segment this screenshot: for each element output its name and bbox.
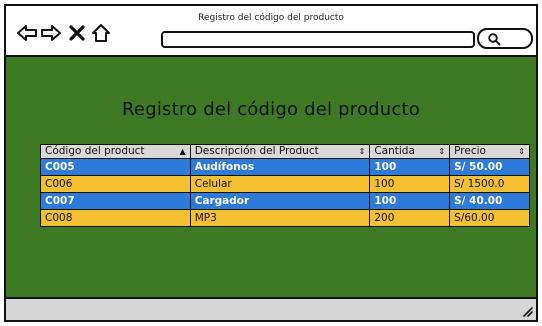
forward-arrow-icon[interactable] [40, 22, 62, 44]
back-arrow-icon[interactable] [16, 22, 38, 44]
products-table: Código del product ▲ Descripción del Prod… [40, 144, 530, 227]
cell-cantidad: 100 [369, 175, 451, 193]
browser-toolbar: Registro del código del producto [6, 6, 536, 57]
home-icon[interactable] [90, 22, 112, 44]
column-header-precio[interactable]: Precio ⇕ [449, 144, 530, 159]
page-content: Registro del código del producto Código … [6, 57, 536, 301]
column-header-descripcion[interactable]: Descripción del Product ⇕ [189, 144, 371, 159]
column-label: Cantida [374, 145, 415, 157]
address-bar[interactable] [161, 31, 475, 48]
browser-window: Registro del código del producto Registr… [4, 4, 538, 322]
cell-precio: S/ 40.00 [449, 192, 530, 210]
table-row[interactable]: C008 MP3 200 S/60.00 [40, 209, 530, 227]
search-icon [488, 33, 501, 46]
column-label: Descripción del Product [194, 145, 319, 157]
search-box[interactable] [477, 28, 533, 49]
table-row[interactable]: C007 Cargador 100 S/ 40.00 [40, 192, 530, 210]
status-bar [6, 297, 536, 320]
sort-icon[interactable]: ⇕ [518, 145, 525, 158]
sort-asc-icon[interactable]: ▲ [180, 145, 186, 158]
table-header-row: Código del product ▲ Descripción del Prod… [40, 144, 530, 159]
cell-descripcion: MP3 [189, 209, 371, 227]
cell-cantidad: 200 [369, 209, 451, 227]
cell-codigo: C007 [40, 192, 191, 210]
cell-cantidad: 100 [369, 192, 451, 210]
cell-codigo: C006 [40, 175, 191, 193]
cell-codigo: C008 [40, 209, 191, 227]
cell-descripcion: Celular [189, 175, 371, 193]
table-row[interactable]: C005 Audífonos 100 S/ 50.00 [40, 158, 530, 176]
resize-grip-icon[interactable] [521, 305, 533, 317]
close-icon[interactable] [66, 22, 88, 44]
cell-precio: S/ 1500.0 [449, 175, 530, 193]
column-label: Código del product [45, 145, 145, 157]
cell-precio: S/60.00 [449, 209, 530, 227]
column-header-cantidad[interactable]: Cantida ⇕ [369, 144, 451, 159]
page-title: Registro del código del producto [122, 99, 420, 120]
cell-descripcion: Audífonos [189, 158, 371, 176]
sort-icon[interactable]: ⇕ [359, 145, 366, 158]
cell-descripcion: Cargador [189, 192, 371, 210]
sort-icon[interactable]: ⇕ [438, 145, 445, 158]
cell-precio: S/ 50.00 [449, 158, 530, 176]
cell-codigo: C005 [40, 158, 191, 176]
column-header-codigo[interactable]: Código del product ▲ [40, 144, 191, 159]
column-label: Precio [454, 145, 486, 157]
cell-cantidad: 100 [369, 158, 451, 176]
table-row[interactable]: C006 Celular 100 S/ 1500.0 [40, 175, 530, 193]
